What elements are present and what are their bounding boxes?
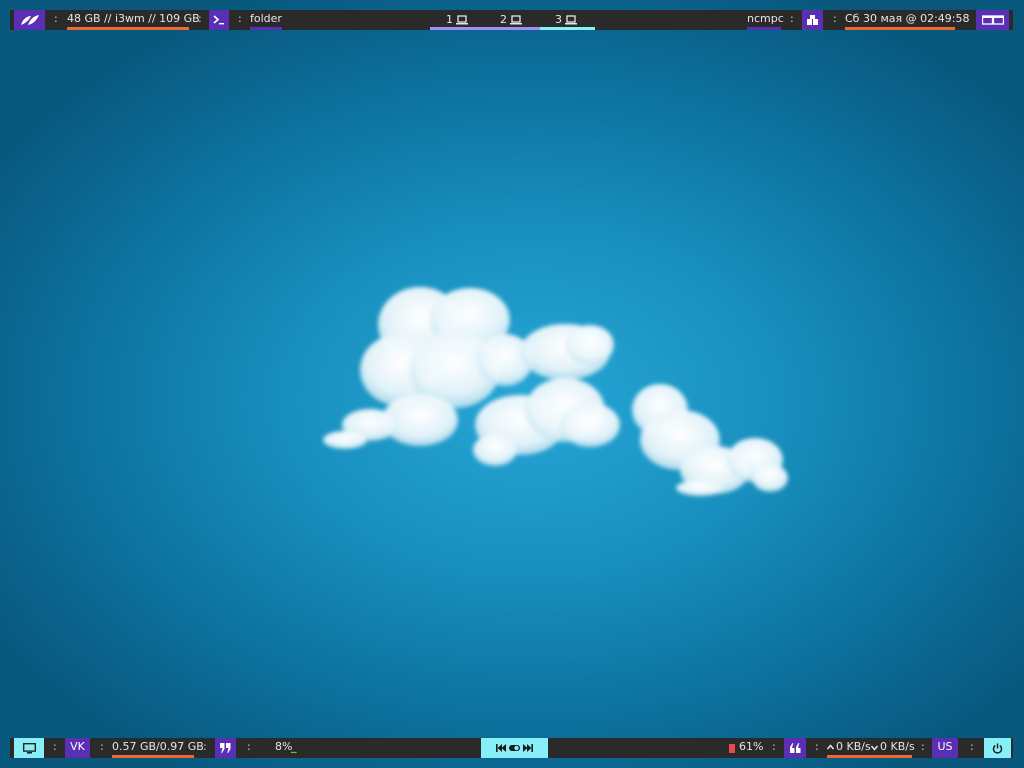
laptop-icon bbox=[456, 15, 468, 25]
keyboard-layout[interactable]: US bbox=[932, 738, 958, 758]
separator: : bbox=[772, 740, 776, 753]
separator: : bbox=[921, 740, 925, 753]
leaf-icon bbox=[14, 10, 45, 30]
separator: : bbox=[238, 12, 242, 25]
desktop-wallpaper bbox=[323, 287, 788, 496]
separator: : bbox=[963, 12, 967, 25]
power-button[interactable] bbox=[984, 738, 1011, 758]
battery-icon bbox=[729, 744, 735, 753]
separator: : bbox=[247, 740, 251, 753]
workspace-2-indicator bbox=[485, 27, 540, 30]
window-button[interactable] bbox=[976, 10, 1009, 30]
power-icon bbox=[984, 738, 1011, 758]
terminal-icon bbox=[209, 10, 229, 30]
separator: : bbox=[203, 740, 207, 753]
next-icon bbox=[522, 744, 533, 752]
player-underline bbox=[747, 27, 781, 30]
separator: : bbox=[815, 740, 819, 753]
cloud-small bbox=[632, 384, 788, 496]
top-status-bar: : 48 GB // i3wm // 109 GB : : folder 1 2… bbox=[10, 10, 1013, 30]
separator: : bbox=[198, 12, 202, 25]
window-icon bbox=[976, 10, 1009, 30]
upload-icon bbox=[827, 744, 834, 750]
disk-usage-underline bbox=[67, 27, 189, 30]
cloud-large bbox=[323, 287, 620, 466]
terminal-button[interactable] bbox=[209, 10, 229, 30]
cpu-usage: 8% bbox=[275, 740, 293, 753]
workspace-3-indicator bbox=[540, 27, 595, 30]
separator: : bbox=[790, 12, 794, 25]
display-button[interactable] bbox=[14, 738, 44, 758]
separator: : bbox=[54, 12, 58, 25]
battery-level: 61% bbox=[739, 740, 764, 753]
media-controls-icon bbox=[481, 738, 548, 758]
package-button[interactable] bbox=[802, 10, 823, 30]
separator: : bbox=[100, 740, 104, 753]
separator: : bbox=[970, 740, 974, 753]
bottom-status-bar: : VK : 0.57 GB/0.97 GB : : 8% _ 61% : : … bbox=[10, 738, 1013, 758]
network-underline bbox=[827, 755, 912, 758]
quote-button[interactable] bbox=[215, 738, 236, 758]
quote-button-2[interactable] bbox=[784, 738, 806, 758]
laptop-icon bbox=[510, 15, 522, 25]
launcher-button[interactable] bbox=[14, 10, 45, 30]
folder-underline bbox=[250, 27, 282, 30]
monitor-icon bbox=[14, 738, 44, 758]
separator: : bbox=[833, 12, 837, 25]
cpu-graph: _ bbox=[291, 740, 297, 753]
memory-underline bbox=[112, 755, 194, 758]
play-pause-icon bbox=[508, 745, 520, 751]
separator: : bbox=[53, 740, 57, 753]
quote-icon bbox=[784, 738, 806, 758]
media-controls[interactable] bbox=[481, 738, 548, 758]
quote-icon bbox=[215, 738, 236, 758]
package-icon bbox=[802, 10, 823, 30]
download-icon bbox=[871, 745, 878, 751]
layout-indicator[interactable]: VK bbox=[65, 738, 90, 758]
datetime-underline bbox=[845, 27, 955, 30]
workspace-1-indicator bbox=[430, 27, 485, 30]
laptop-icon bbox=[565, 15, 577, 25]
previous-icon bbox=[495, 744, 506, 752]
